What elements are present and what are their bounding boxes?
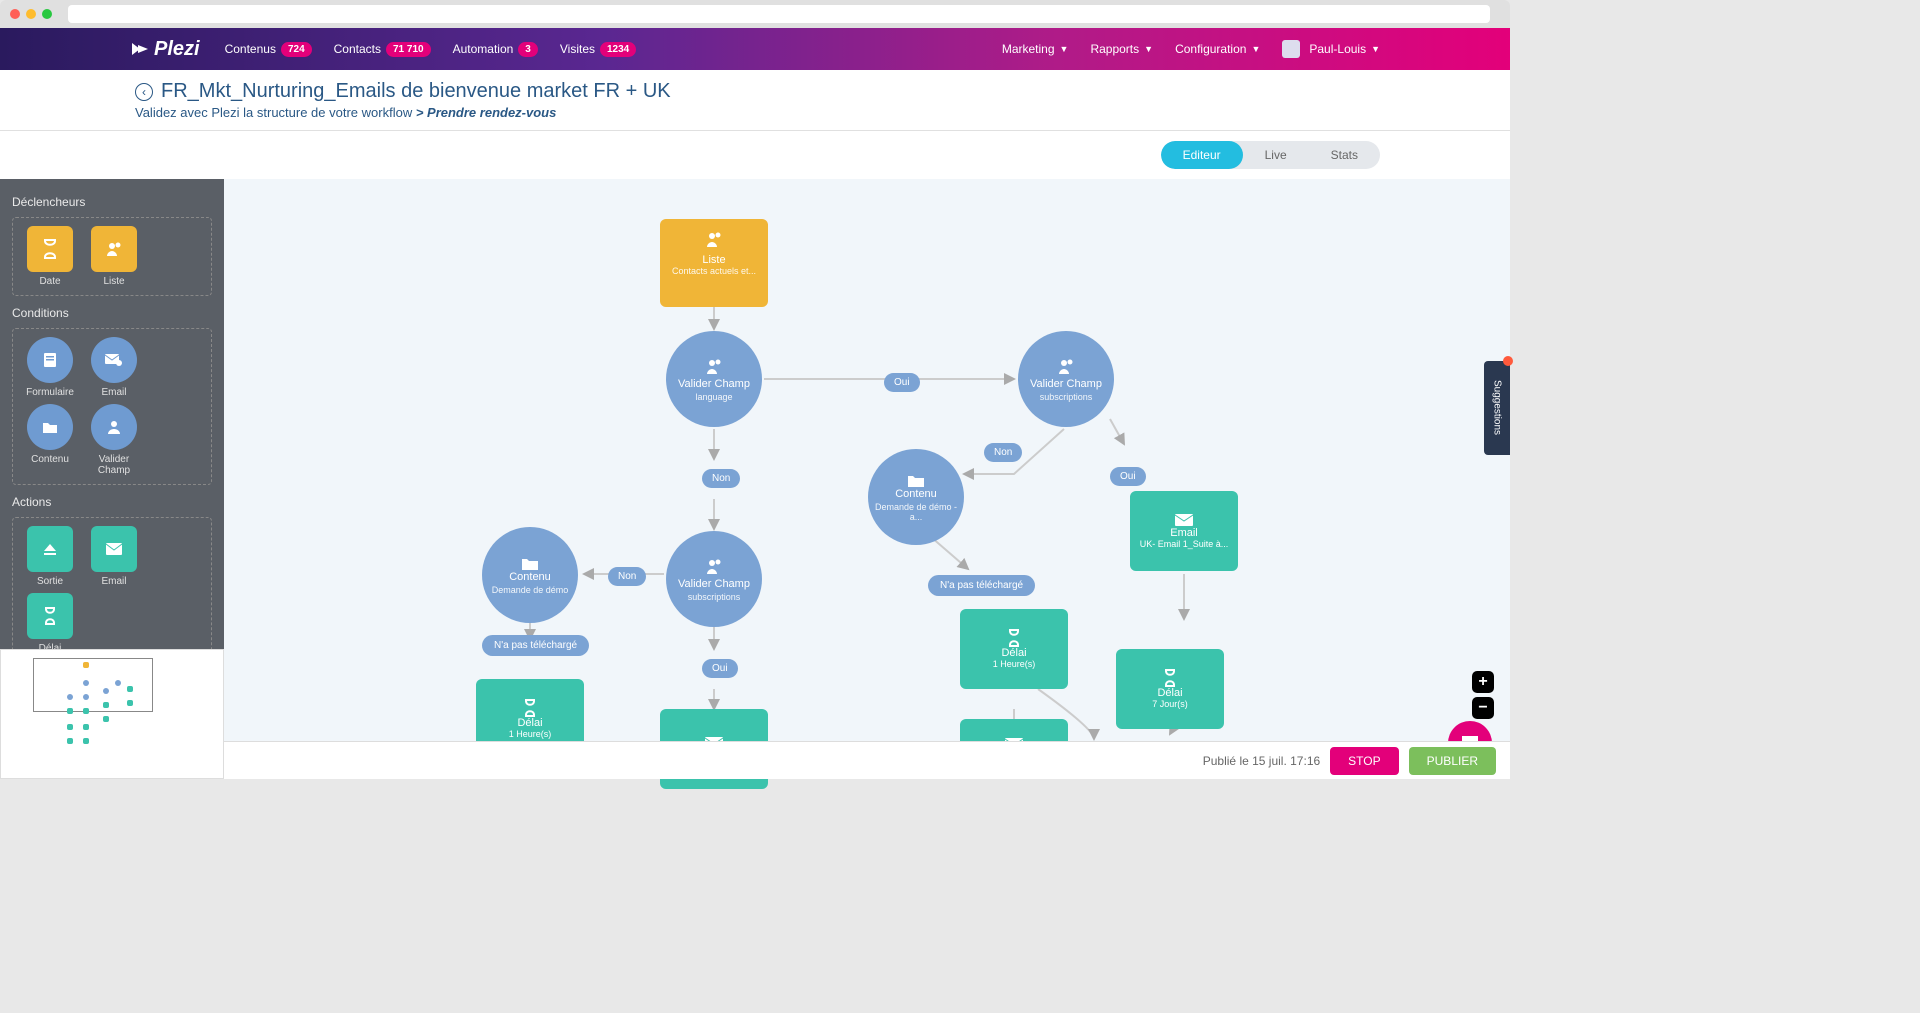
hourglass-icon: [1007, 629, 1021, 647]
folder-icon: [907, 472, 925, 488]
node-liste[interactable]: ListeContacts actuels et...: [660, 219, 768, 307]
branch-non: Non: [702, 469, 740, 488]
email-gear-icon: [104, 352, 124, 368]
zoom-in-button[interactable]: +: [1472, 671, 1494, 693]
node-contenu-demo[interactable]: ContenuDemande de démo: [482, 527, 578, 623]
page-header: ‹ FR_Mkt_Nurturing_Emails de bienvenue m…: [0, 70, 1510, 131]
nav-contenus[interactable]: Contenus724: [225, 42, 312, 57]
nav-configuration[interactable]: Configuration▼: [1175, 42, 1260, 56]
logo[interactable]: Plezi: [130, 38, 200, 61]
browser-chrome: [0, 0, 1510, 28]
branch-npt: N'a pas téléchargé: [482, 635, 589, 656]
branch-oui: Oui: [884, 373, 920, 392]
branch-non: Non: [608, 567, 646, 586]
footer-bar: Publié le 15 juil. 17:16 STOP PUBLIER: [224, 741, 1510, 779]
nav-automation[interactable]: Automation3: [453, 42, 538, 57]
people-icon: [104, 239, 124, 259]
node-delai-1h-b[interactable]: Délai1 Heure(s): [960, 609, 1068, 689]
user-icon: [105, 418, 123, 436]
tab-stats[interactable]: Stats: [1309, 141, 1380, 169]
nav-visites[interactable]: Visites1234: [560, 42, 636, 57]
branch-npt: N'a pas téléchargé: [928, 575, 1035, 596]
hourglass-icon: [1163, 669, 1177, 687]
actions-heading: Actions: [12, 495, 212, 509]
node-valider-subs-2[interactable]: Valider Champsubscriptions: [666, 531, 762, 627]
tool-date[interactable]: Date: [21, 226, 79, 287]
page-title: FR_Mkt_Nurturing_Emails de bienvenue mar…: [161, 80, 671, 103]
tab-live[interactable]: Live: [1243, 141, 1309, 169]
tool-formulaire[interactable]: Formulaire: [21, 337, 79, 398]
hourglass-icon: [41, 238, 59, 260]
subtitle-action-link[interactable]: > Prendre rendez-vous: [416, 105, 557, 120]
mail-icon: [1174, 513, 1194, 527]
stop-button[interactable]: STOP: [1330, 747, 1398, 775]
minimap[interactable]: [0, 649, 224, 779]
conditions-group: Formulaire Email Contenu Valider Champ: [12, 328, 212, 485]
form-icon: [42, 351, 58, 369]
tool-sortie[interactable]: Sortie: [21, 526, 79, 587]
tool-valider-champ[interactable]: Valider Champ: [85, 404, 143, 476]
triggers-heading: Déclencheurs: [12, 195, 212, 209]
conditions-heading: Conditions: [12, 306, 212, 320]
node-valider-language[interactable]: Valider Champlanguage: [666, 331, 762, 427]
folder-icon: [521, 555, 539, 571]
hourglass-icon: [523, 699, 537, 717]
mail-icon: [105, 542, 123, 556]
nav-contacts[interactable]: Contacts71 710: [334, 42, 431, 57]
tool-contenu[interactable]: Contenu: [21, 404, 79, 476]
tool-sidebar: Déclencheurs Date Liste Conditions Formu…: [0, 179, 224, 685]
people-icon: [1055, 356, 1077, 378]
people-icon: [703, 356, 725, 378]
zoom-out-button[interactable]: −: [1472, 697, 1494, 719]
tab-row: Editeur Live Stats: [0, 131, 1510, 179]
branch-oui: Oui: [1110, 467, 1146, 486]
publish-time: Publié le 15 juil. 17:16: [1203, 754, 1320, 768]
tool-liste[interactable]: Liste: [85, 226, 143, 287]
node-valider-subs-1[interactable]: Valider Champsubscriptions: [1018, 331, 1114, 427]
flow-canvas[interactable]: ListeContacts actuels et... Valider Cham…: [224, 179, 1510, 741]
folder-icon: [42, 419, 58, 435]
nav-marketing[interactable]: Marketing▼: [1002, 42, 1069, 56]
window-close[interactable]: [10, 9, 20, 19]
avatar: [1282, 40, 1300, 58]
page-subtitle: Validez avec Plezi la structure de votre…: [135, 105, 1510, 120]
window-max[interactable]: [42, 9, 52, 19]
triggers-group: Date Liste: [12, 217, 212, 296]
node-contenu-demo-a[interactable]: ContenuDemande de démo - a...: [868, 449, 964, 545]
tool-email-cond[interactable]: Email: [85, 337, 143, 398]
nav-rapports[interactable]: Rapports▼: [1090, 42, 1153, 56]
suggestions-tab[interactable]: Suggestions: [1484, 361, 1510, 455]
tool-email-act[interactable]: Email: [85, 526, 143, 587]
hourglass-icon: [43, 607, 57, 625]
window-min[interactable]: [26, 9, 36, 19]
tool-delai[interactable]: Délai: [21, 593, 79, 654]
notification-dot: [1503, 356, 1513, 366]
connectors: [224, 179, 1510, 741]
branch-non: Non: [984, 443, 1022, 462]
top-nav: Plezi Contenus724 Contacts71 710 Automat…: [0, 28, 1510, 70]
node-delai-7j[interactable]: Délai7 Jour(s): [1116, 649, 1224, 729]
node-email-uk[interactable]: EmailUK- Email 1_Suite à...: [1130, 491, 1238, 571]
people-icon: [703, 229, 725, 251]
nav-user[interactable]: Paul-Louis▼: [1282, 40, 1380, 58]
zoom-controls: + −: [1472, 671, 1494, 719]
actions-group: Sortie Email Délai: [12, 517, 212, 663]
publish-button[interactable]: PUBLIER: [1409, 747, 1496, 775]
url-bar[interactable]: [68, 5, 1490, 23]
workspace: Déclencheurs Date Liste Conditions Formu…: [0, 179, 1510, 779]
branch-oui: Oui: [702, 659, 738, 678]
back-button[interactable]: ‹: [135, 83, 153, 101]
eject-icon: [41, 542, 59, 556]
people-icon: [703, 556, 725, 578]
tab-editeur[interactable]: Editeur: [1161, 141, 1243, 169]
